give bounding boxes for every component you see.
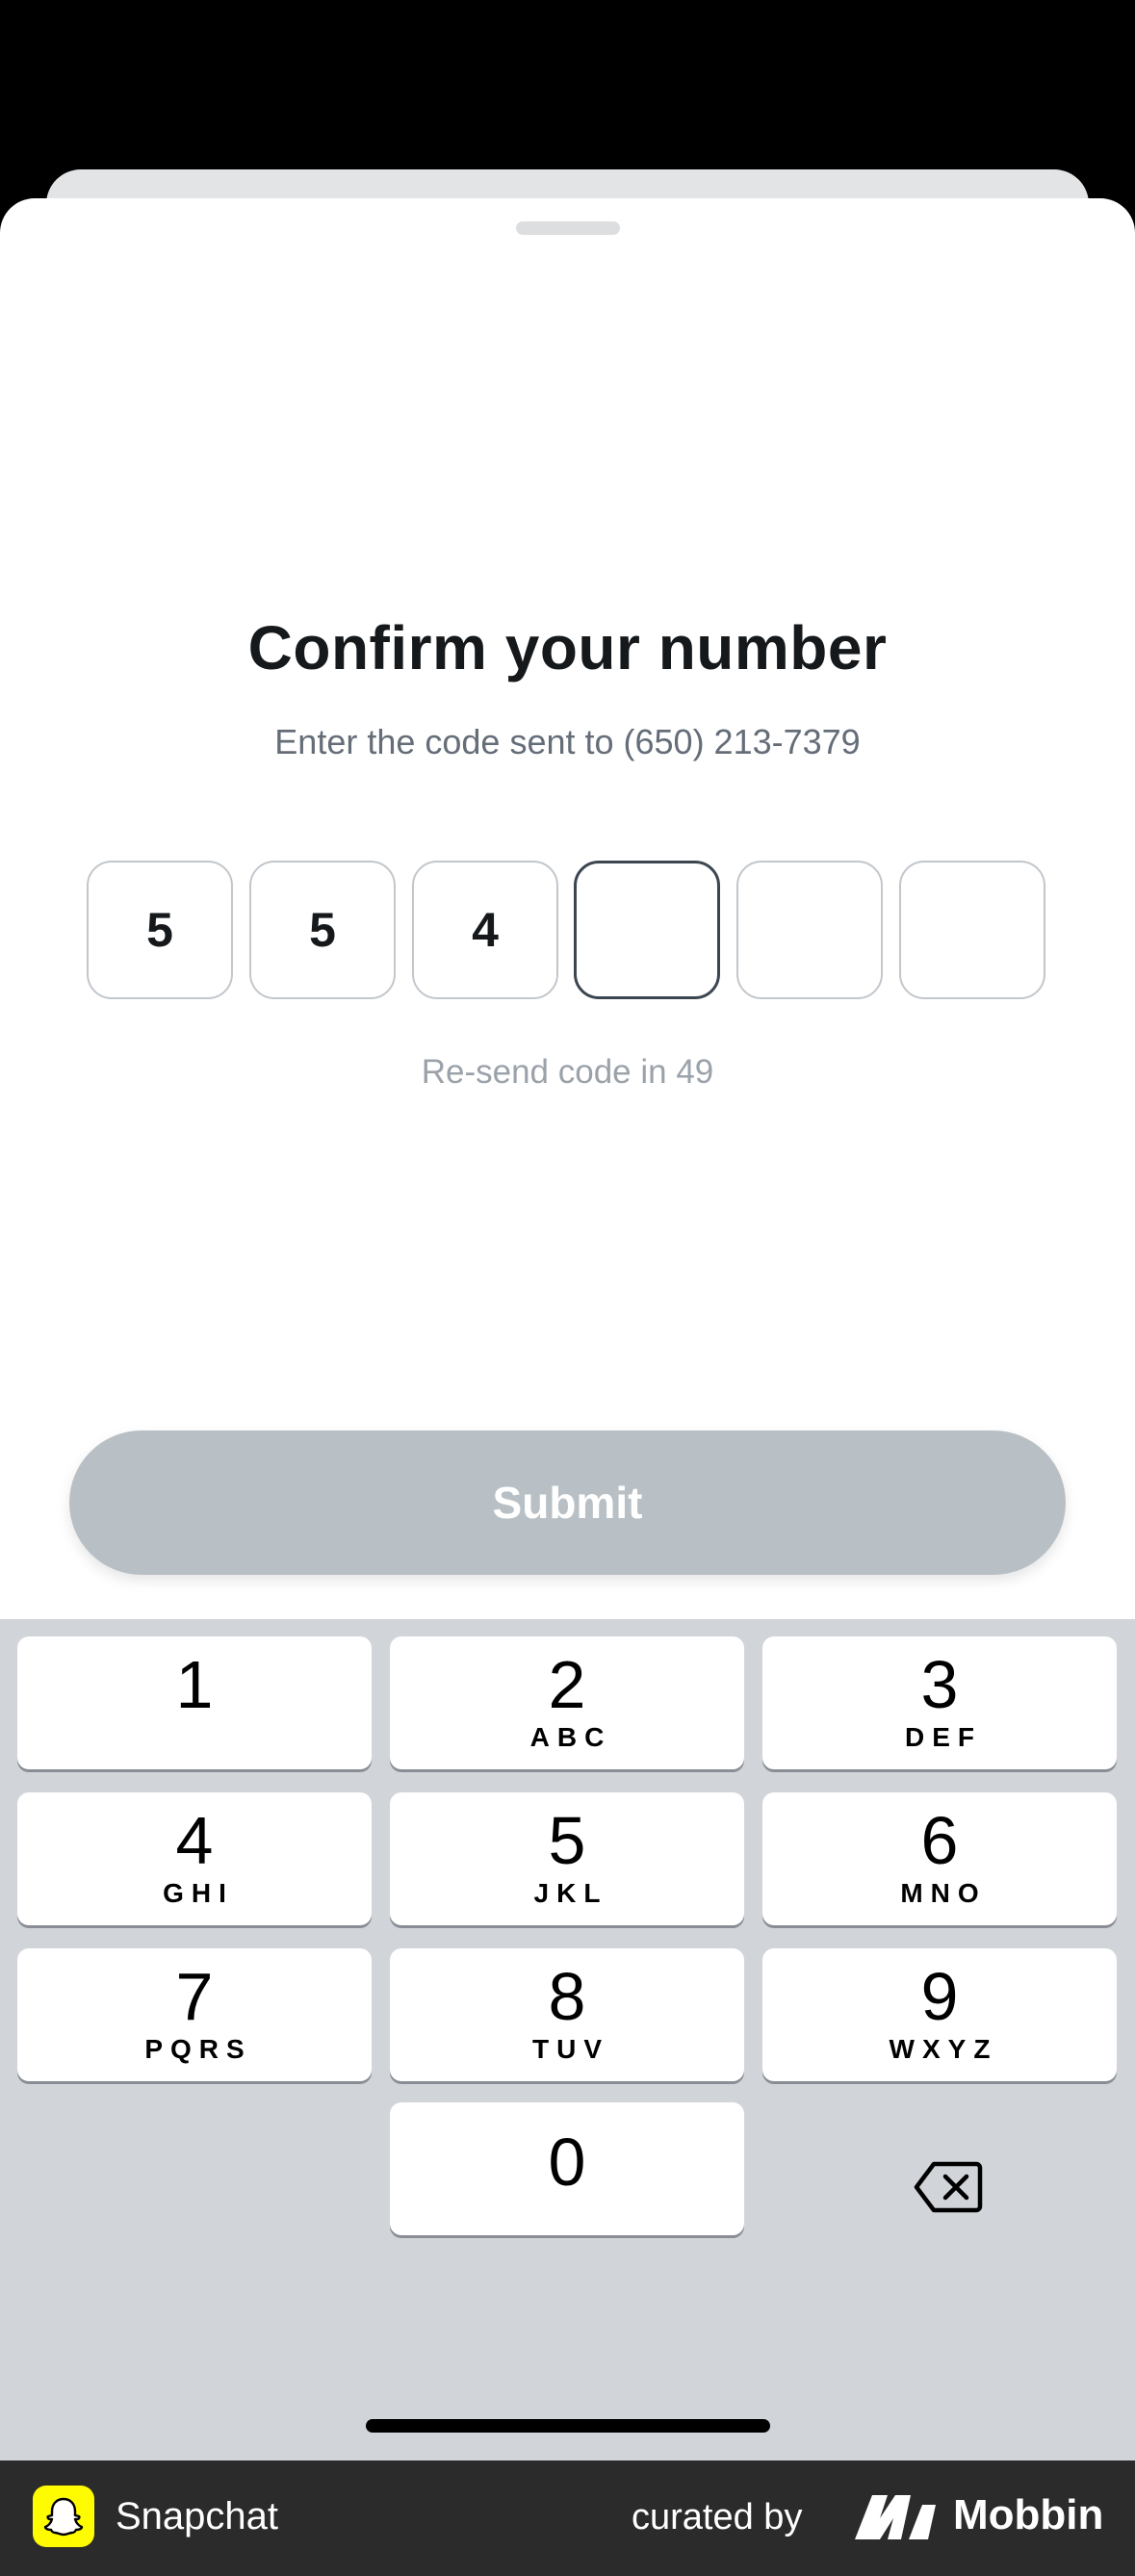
key-letters: WXYZ xyxy=(889,2034,998,2064)
key-6[interactable]: 6 MNO xyxy=(762,1792,1117,1925)
attribution-footer: Snapchat curated by Mobbin xyxy=(0,2460,1135,2576)
sheet-grabber[interactable] xyxy=(516,221,620,235)
backspace-icon xyxy=(914,2161,983,2213)
key-2[interactable]: 2 ABC xyxy=(390,1636,744,1769)
app-name: Snapchat xyxy=(116,2495,279,2537)
key-digit: 9 xyxy=(920,1959,959,2034)
key-digit: 7 xyxy=(175,1959,214,2034)
numeric-keypad: 1 2 ABC 3 DEF 4 GHI 5 JKL 6 MNO 7 PQRS 8… xyxy=(0,1619,1135,2460)
key-digit: 8 xyxy=(548,1959,586,2034)
otp-digit-6[interactable] xyxy=(899,861,1045,999)
key-letters: GHI xyxy=(163,1878,234,1908)
mobbin-logo-icon xyxy=(855,2495,936,2539)
key-5[interactable]: 5 JKL xyxy=(390,1792,744,1925)
curator-brand-name: Mobbin xyxy=(953,2491,1104,2538)
key-9[interactable]: 9 WXYZ xyxy=(762,1948,1117,2081)
snapchat-logo-icon xyxy=(33,2486,94,2547)
otp-digit-5[interactable] xyxy=(736,861,883,999)
key-1[interactable]: 1 xyxy=(17,1636,372,1769)
submit-button[interactable]: Submit xyxy=(69,1430,1066,1575)
key-digit: 0 xyxy=(548,2125,586,2200)
otp-digit-3[interactable]: 4 xyxy=(412,861,558,999)
home-indicator xyxy=(366,2419,770,2433)
ghost-icon xyxy=(43,2497,84,2537)
key-digit: 6 xyxy=(920,1803,959,1878)
key-letters: PQRS xyxy=(144,2034,252,2064)
key-digit: 2 xyxy=(548,1647,586,1722)
page-subtitle: Enter the code sent to (650) 213-7379 xyxy=(274,722,861,761)
key-digit: 1 xyxy=(175,1647,214,1722)
key-letters: MNO xyxy=(900,1878,987,1908)
key-letters: TUV xyxy=(532,2034,609,2064)
key-3[interactable]: 3 DEF xyxy=(762,1636,1117,1769)
otp-digit-4[interactable] xyxy=(574,861,720,999)
key-letters: JKL xyxy=(533,1878,608,1908)
key-0[interactable]: 0 xyxy=(390,2102,744,2235)
otp-digit-2[interactable]: 5 xyxy=(249,861,396,999)
key-digit: 3 xyxy=(920,1647,959,1722)
key-7[interactable]: 7 PQRS xyxy=(17,1948,372,2081)
curated-by-label: curated by xyxy=(632,2497,803,2537)
delete-key[interactable] xyxy=(871,2120,1025,2254)
key-8[interactable]: 8 TUV xyxy=(390,1948,744,2081)
key-digit: 5 xyxy=(548,1803,586,1878)
otp-digit-1[interactable]: 5 xyxy=(87,861,233,999)
otp-code-input[interactable]: 5 5 4 xyxy=(87,861,1048,1003)
resend-code-timer: Re-send code in 49 xyxy=(421,1053,714,1091)
key-digit: 4 xyxy=(175,1803,214,1878)
key-4[interactable]: 4 GHI xyxy=(17,1792,372,1925)
page-title: Confirm your number xyxy=(247,613,888,683)
key-letters: ABC xyxy=(529,1722,612,1752)
key-letters: DEF xyxy=(905,1722,982,1752)
